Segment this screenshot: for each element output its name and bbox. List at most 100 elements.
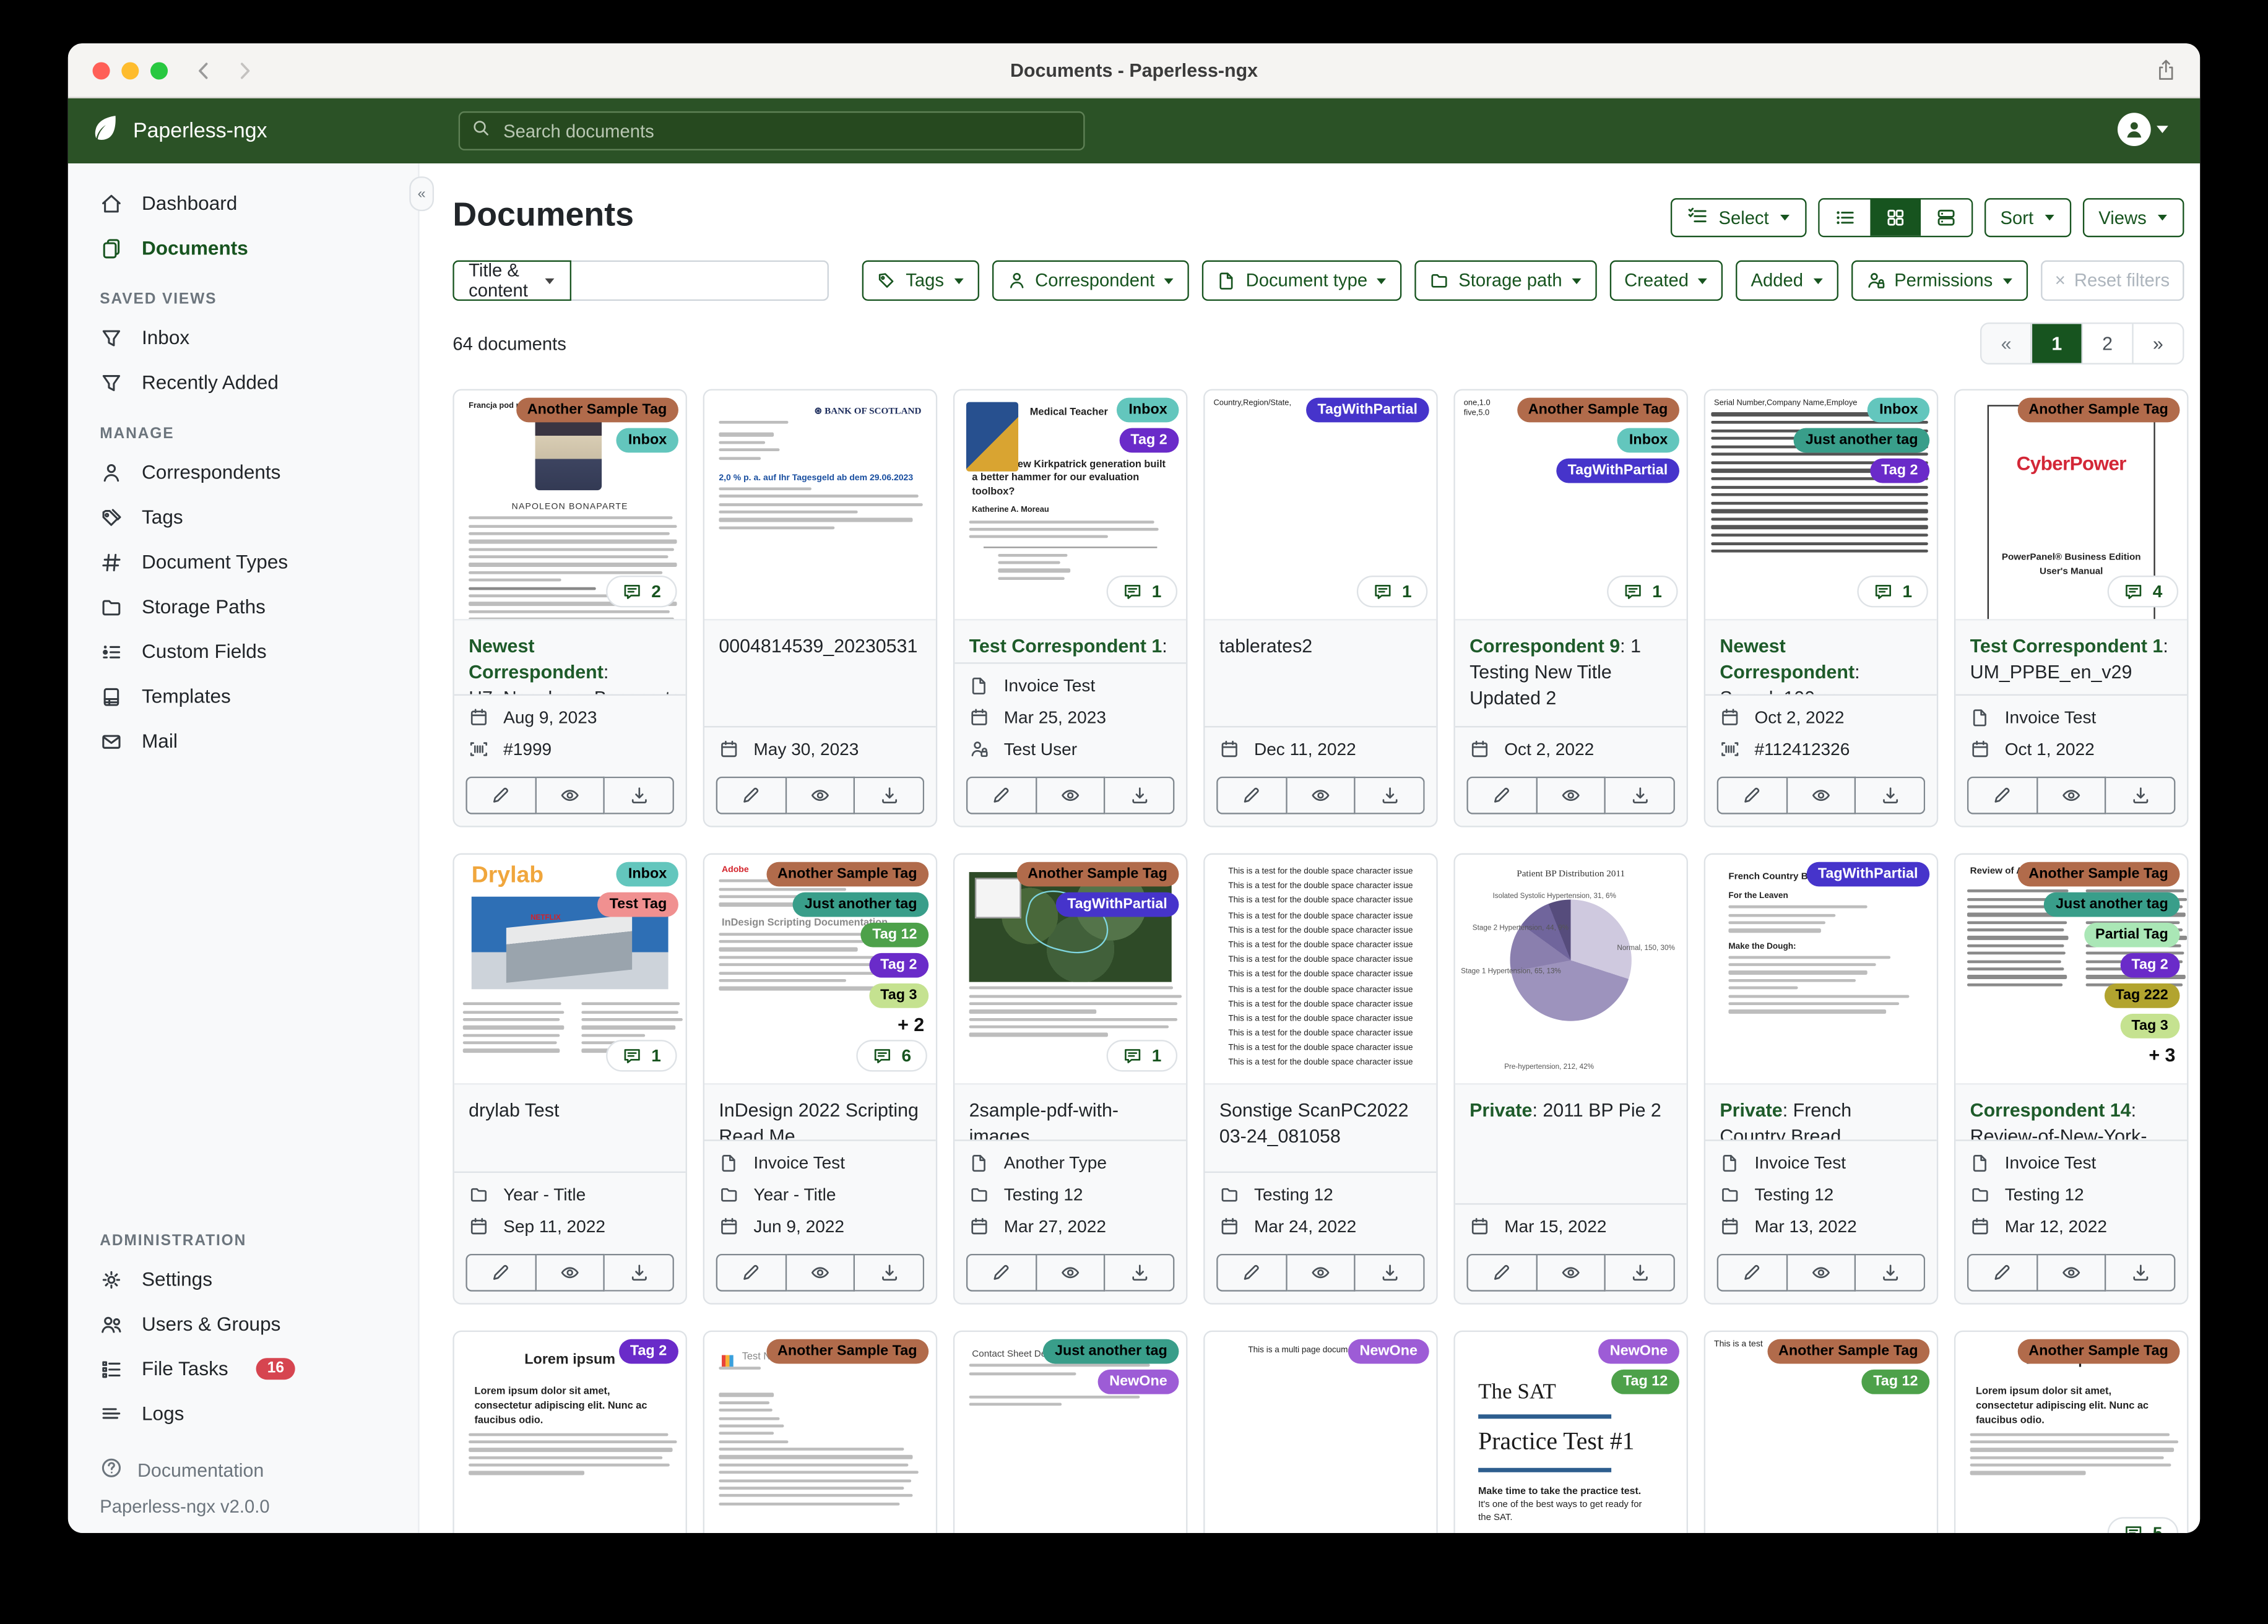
- sidebar-item-correspondents[interactable]: Correspondents: [68, 450, 418, 495]
- tag-pill[interactable]: Tag 222: [2103, 983, 2180, 1008]
- filter-tags-button[interactable]: Tags: [862, 260, 979, 301]
- tag-pill[interactable]: TagWithPartial: [1556, 458, 1679, 483]
- tag-pill[interactable]: Tag 2: [868, 952, 929, 978]
- download-button[interactable]: [855, 1253, 925, 1292]
- sidebar-item-settings[interactable]: Settings: [68, 1257, 418, 1302]
- tag-pill[interactable]: Another Sample Tag: [516, 397, 678, 423]
- download-button[interactable]: [605, 776, 674, 814]
- tag-pill[interactable]: Tag 2: [1869, 458, 1930, 483]
- edit-button[interactable]: [1716, 1253, 1788, 1292]
- download-button[interactable]: [1356, 1253, 1425, 1292]
- preview-button[interactable]: [1787, 1253, 1856, 1292]
- tag-pill[interactable]: NewOne: [1348, 1339, 1429, 1364]
- preview-button[interactable]: [536, 1253, 605, 1292]
- document-thumbnail[interactable]: Review of Arbitral AwardsAnother Sample …: [1955, 855, 2188, 1085]
- document-card[interactable]: Drylab NETFLIX Inbox Test Tag 1 drylab Test Ye…: [452, 853, 687, 1305]
- document-title[interactable]: Correspondent 14: Review-of-New-York-Fed…: [1955, 1085, 2187, 1139]
- document-thumbnail[interactable]: ⊛ BANK OF SCOTLAND 2,0 % p. a. auf Ihr Ta…: [704, 390, 936, 621]
- tag-pill[interactable]: Just another tag: [1794, 428, 1930, 453]
- edit-button[interactable]: [966, 776, 1037, 814]
- brand[interactable]: Paperless-ngx: [90, 113, 267, 149]
- document-title[interactable]: Test Correspondent 1: UM_PPBE_en_v29: [1955, 620, 2187, 694]
- preview-button[interactable]: [786, 776, 855, 814]
- document-card[interactable]: one,1.0 five,5.0 Another Sample Tag Inbox Ta…: [1453, 389, 1688, 827]
- document-thumbnail[interactable]: Medical Teacher Has the new Kirkpatrick g…: [954, 390, 1187, 621]
- tag-pill[interactable]: TagWithPartial: [1055, 892, 1179, 917]
- filter-permissions-button[interactable]: Permissions: [1851, 260, 2028, 301]
- global-search[interactable]: [458, 111, 1085, 151]
- edit-button[interactable]: [1967, 1253, 2038, 1292]
- tag-pill[interactable]: Inbox: [617, 862, 678, 887]
- notes-badge[interactable]: 1: [1858, 576, 1928, 608]
- share-icon[interactable]: [2155, 58, 2177, 89]
- correspondent-name[interactable]: Private: [1720, 1099, 1782, 1121]
- tag-pill[interactable]: Tag 2: [618, 1339, 678, 1364]
- preview-button[interactable]: [1787, 776, 1856, 814]
- document-thumbnail[interactable]: The SAT Practice Test #1 Make time to take…: [1455, 1332, 1687, 1533]
- document-thumbnail[interactable]: CyberPower PowerPanel® Business Edition Us…: [1955, 390, 2188, 621]
- tag-pill[interactable]: TagWithPartial: [1806, 862, 1930, 887]
- view-details-button[interactable]: [1921, 199, 1972, 236]
- preview-button[interactable]: [536, 776, 605, 814]
- tag-pill[interactable]: Another Sample Tag: [2017, 397, 2180, 423]
- download-button[interactable]: [2106, 776, 2176, 814]
- notes-badge[interactable]: 1: [1357, 576, 1428, 608]
- sidebar-item-inbox[interactable]: Inbox: [68, 315, 418, 360]
- notes-badge[interactable]: 1: [1607, 576, 1678, 608]
- document-title[interactable]: Newest Correspondent: Sample100.csv: [1705, 620, 1937, 694]
- filter-document-type-button[interactable]: Document type: [1202, 260, 1403, 301]
- document-card[interactable]: Patient BP Distribution 2011 Normal, 150,…: [1453, 853, 1688, 1305]
- document-thumbnail[interactable]: Adobe InDesign Scripting Documentation Ano…: [704, 855, 936, 1085]
- filter-correspondent-button[interactable]: Correspondent: [992, 260, 1190, 301]
- document-title[interactable]: Test Correspondent 1: [paperless] test p…: [954, 620, 1186, 662]
- preview-button[interactable]: [1036, 776, 1106, 814]
- document-thumbnail[interactable]: Lorem ipsumLorem ipsum dolor sit amet, c…: [1955, 1332, 2188, 1533]
- tag-pill[interactable]: Just another tag: [793, 892, 929, 917]
- download-button[interactable]: [1106, 1253, 1175, 1292]
- search-field-dropdown[interactable]: Title & content: [452, 260, 572, 301]
- document-title[interactable]: drylab Test: [454, 1085, 686, 1172]
- correspondent-name[interactable]: Newest Correspondent: [469, 635, 604, 683]
- document-card[interactable]: French Country Bread For the Leaven Make t…: [1703, 853, 1939, 1305]
- document-card[interactable]: Adobe InDesign Scripting Documentation Ano…: [703, 853, 938, 1305]
- correspondent-name[interactable]: Private: [1469, 1099, 1532, 1121]
- tag-pill[interactable]: Inbox: [1117, 397, 1179, 423]
- document-thumbnail[interactable]: This is a test Another Sample Tag Tag 12: [1705, 1332, 1937, 1533]
- view-grid-button[interactable]: [1870, 199, 1921, 236]
- notes-badge[interactable]: 1: [606, 1040, 677, 1072]
- document-card[interactable]: Francja pod r NAPOLEON BONAPARTE Another S…: [452, 389, 687, 827]
- document-thumbnail[interactable]: French Country Bread For the Leaven Make t…: [1705, 855, 1937, 1085]
- document-title[interactable]: Private: 2011 BP Pie 2: [1455, 1085, 1687, 1204]
- download-button[interactable]: [1856, 776, 1926, 814]
- correspondent-name[interactable]: Test Correspondent 1: [969, 635, 1162, 657]
- edit-button[interactable]: [716, 1253, 787, 1292]
- tag-pill[interactable]: Inbox: [1617, 428, 1679, 453]
- page-button-prev[interactable]: «: [1981, 324, 2031, 363]
- document-card[interactable]: Lorem ipsumLorem ipsum dolor sit amet, c…: [452, 1330, 687, 1533]
- download-button[interactable]: [855, 776, 925, 814]
- tag-pill[interactable]: NewOne: [1097, 1369, 1179, 1394]
- sidebar-collapse-button[interactable]: «: [409, 176, 435, 212]
- sidebar-item-recently-added[interactable]: Recently Added: [68, 360, 418, 405]
- user-menu[interactable]: [2117, 113, 2168, 147]
- tag-pill[interactable]: Another Sample Tag: [1016, 862, 1179, 887]
- document-thumbnail[interactable]: one,1.0 five,5.0 Another Sample Tag Inbox Ta…: [1455, 390, 1687, 621]
- document-card[interactable]: The SAT Practice Test #1 Make time to take…: [1453, 1330, 1688, 1533]
- edit-button[interactable]: [465, 1253, 537, 1292]
- download-button[interactable]: [605, 1253, 674, 1292]
- tag-pill[interactable]: TagWithPartial: [1305, 397, 1429, 423]
- edit-button[interactable]: [1216, 776, 1287, 814]
- tag-pill[interactable]: Tag 2: [1119, 428, 1179, 453]
- document-card[interactable]: Contact Sheet Demo Just another tag NewOne: [953, 1330, 1188, 1533]
- tag-pill[interactable]: Another Sample Tag: [766, 1339, 929, 1364]
- notes-badge[interactable]: 1: [1107, 576, 1178, 608]
- notes-badge[interactable]: 6: [857, 1040, 927, 1072]
- correspondent-name[interactable]: Correspondent 9: [1469, 635, 1620, 657]
- document-thumbnail[interactable]: This is a test for the double space char…: [1205, 855, 1437, 1085]
- document-title[interactable]: Sonstige ScanPC2022 03-24_081058: [1205, 1085, 1436, 1172]
- filter-added-button[interactable]: Added: [1736, 260, 1838, 301]
- document-thumbnail[interactable]: Test Name Another Sample Tag: [704, 1332, 936, 1533]
- download-button[interactable]: [1106, 776, 1175, 814]
- sidebar-item-tags[interactable]: Tags: [68, 495, 418, 539]
- tag-pill[interactable]: Another Sample Tag: [766, 862, 929, 887]
